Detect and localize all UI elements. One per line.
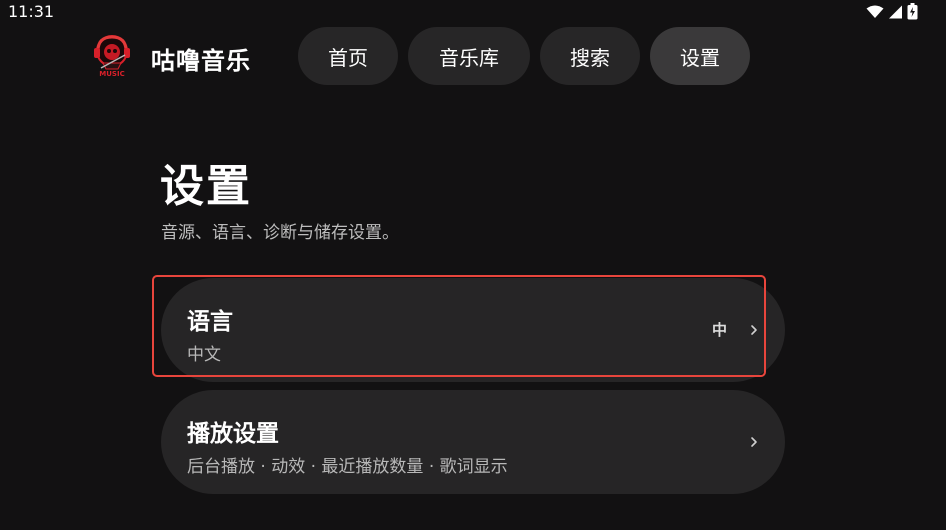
app-logo: MUSIC [89,33,135,79]
playback-title: 播放设置 [187,421,279,447]
settings-screen: 11:31 MUSIC 咕噜音乐 首页 音乐库 搜索 设置 设置 音源、语言、诊… [0,0,946,530]
chevron-right-icon [751,437,757,447]
wifi-icon [866,5,884,18]
app-title: 咕噜音乐 [151,47,251,75]
playback-description: 后台播放 · 动效 · 最近播放数量 · 歌词显示 [187,457,508,477]
battery-charging-icon [907,3,918,20]
page-subtitle: 音源、语言、诊断与储存设置。 [161,223,399,243]
tab-search[interactable]: 搜索 [540,27,640,85]
chevron-right-icon [751,325,757,335]
language-title: 语言 [187,309,233,335]
cellular-signal-icon [889,5,902,18]
language-current-value: 中文 [187,345,221,365]
playback-setting-item[interactable]: 播放设置 后台播放 · 动效 · 最近播放数量 · 歌词显示 [161,390,785,494]
tab-settings[interactable]: 设置 [650,27,750,85]
language-badge: 中 [711,321,727,339]
status-time: 11:31 [8,2,55,21]
page-title: 设置 [160,161,252,212]
status-icons [866,3,918,20]
tab-home[interactable]: 首页 [298,27,398,85]
logo-text: MUSIC [99,70,124,78]
language-setting-item[interactable]: 语言 中文 中 [161,278,785,382]
top-nav: 首页 音乐库 搜索 设置 [298,27,750,85]
tab-music-library[interactable]: 音乐库 [408,27,530,85]
